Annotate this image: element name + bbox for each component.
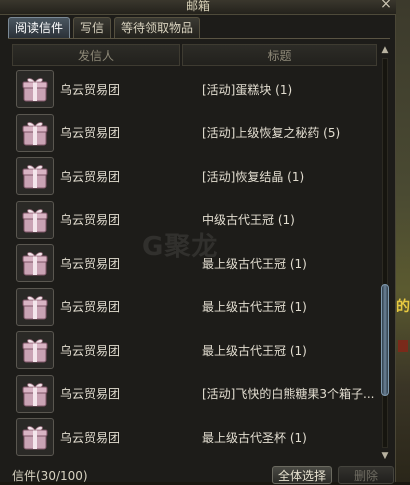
mail-sender: 乌云贸易团	[60, 387, 121, 401]
gift-box-icon	[16, 244, 54, 282]
game-world-background: 的	[396, 0, 410, 482]
gift-box-icon	[16, 70, 54, 108]
gift-box-icon	[16, 113, 54, 152]
mail-sender: 乌云贸易团	[60, 82, 121, 97]
gift-box-icon	[16, 157, 54, 195]
mail-count: 信件(30/100)	[12, 469, 88, 483]
mail-row[interactable]: 乌云贸易团 最上级古代王冠 (1)	[12, 242, 377, 284]
close-button[interactable]: ×	[379, 0, 393, 11]
scroll-down-icon[interactable]: ▼	[379, 450, 391, 462]
mail-row[interactable]: 乌云贸易团 最上级古代王冠 (1)	[12, 329, 377, 371]
tab-read-mail[interactable]: 阅读信件	[8, 17, 71, 38]
mail-list-scrollbar[interactable]: ▲ ▼	[379, 44, 391, 462]
world-decoration	[398, 340, 408, 352]
mail-subject: 最上级古代王冠 (1)	[202, 343, 307, 358]
mail-sender: 乌云贸易团	[60, 126, 121, 140]
mail-subject: [活动]蛋糕块 (1)	[202, 82, 293, 97]
mail-sender: 乌云贸易团	[60, 256, 121, 271]
tab-bar: 阅读信件 写信 等待领取物品	[8, 17, 201, 39]
mail-row[interactable]: 乌云贸易团 [活动]恢复结晶 (1)	[12, 155, 377, 197]
mail-list-header: 发信人 标题	[12, 44, 377, 66]
mail-row[interactable]: 乌云贸易团 [活动]飞快的白熊糖果3个箱子...	[12, 373, 377, 415]
tab-pending-items[interactable]: 等待领取物品	[114, 17, 201, 38]
mail-subject: 中级古代王冠 (1)	[202, 213, 295, 227]
gift-box-icon	[16, 287, 54, 326]
column-header-subject[interactable]: 标题	[182, 44, 377, 66]
window-title: 邮箱	[185, 0, 210, 13]
mail-subject: 最上级古代王冠 (1)	[202, 300, 307, 314]
mail-row[interactable]: 乌云贸易团 最上级古代王冠 (1)	[12, 286, 377, 328]
mail-subject: 最上级古代圣杯 (1)	[202, 430, 307, 445]
mail-subject: 最上级古代王冠 (1)	[202, 256, 307, 271]
mail-subject: [活动]飞快的白熊糖果3个箱子...	[202, 387, 375, 401]
world-text-fragment: 的	[396, 299, 410, 315]
title-bar[interactable]: 邮箱 ×	[0, 0, 396, 15]
mailbox-window: 邮箱 × 阅读信件 写信 等待领取物品 发信人 标题 乌云贸易团 [活动]蛋糕块 …	[0, 0, 396, 484]
mail-sender: 乌云贸易团	[60, 169, 121, 184]
mail-subject: [活动]上级恢复之秘药 (5)	[202, 126, 341, 140]
gift-box-icon	[16, 374, 54, 413]
gift-box-icon	[16, 200, 54, 239]
mail-sender: 乌云贸易团	[60, 343, 121, 358]
mail-sender: 乌云贸易团	[60, 430, 121, 445]
gift-box-icon	[16, 331, 54, 369]
gift-box-icon	[16, 418, 54, 456]
mail-sender: 乌云贸易团	[60, 213, 121, 227]
mail-row[interactable]: 乌云贸易团 中级古代王冠 (1)	[12, 199, 377, 241]
tab-divider	[8, 38, 390, 39]
scroll-thumb[interactable]	[381, 284, 389, 396]
delete-button[interactable]: 删除	[338, 466, 394, 484]
scroll-up-icon[interactable]: ▲	[379, 44, 391, 56]
mailbox-footer: 信件(30/100) 全体选择 删除	[0, 464, 396, 484]
mail-row[interactable]: 乌云贸易团 [活动]蛋糕块 (1)	[12, 68, 377, 110]
column-header-sender[interactable]: 发信人	[12, 44, 180, 66]
mail-sender: 乌云贸易团	[60, 300, 121, 314]
mail-row[interactable]: 乌云贸易团 最上级古代圣杯 (1)	[12, 416, 377, 458]
mail-row[interactable]: 乌云贸易团 [活动]上级恢复之秘药 (5)	[12, 112, 377, 154]
select-all-button[interactable]: 全体选择	[272, 466, 332, 484]
mail-list: 乌云贸易团 [活动]蛋糕块 (1) 乌云贸易团 [活动]上级恢复之秘药 (5) 乌云贸易…	[12, 68, 377, 460]
mail-subject: [活动]恢复结晶 (1)	[202, 169, 305, 184]
tab-write-mail[interactable]: 写信	[73, 17, 112, 38]
